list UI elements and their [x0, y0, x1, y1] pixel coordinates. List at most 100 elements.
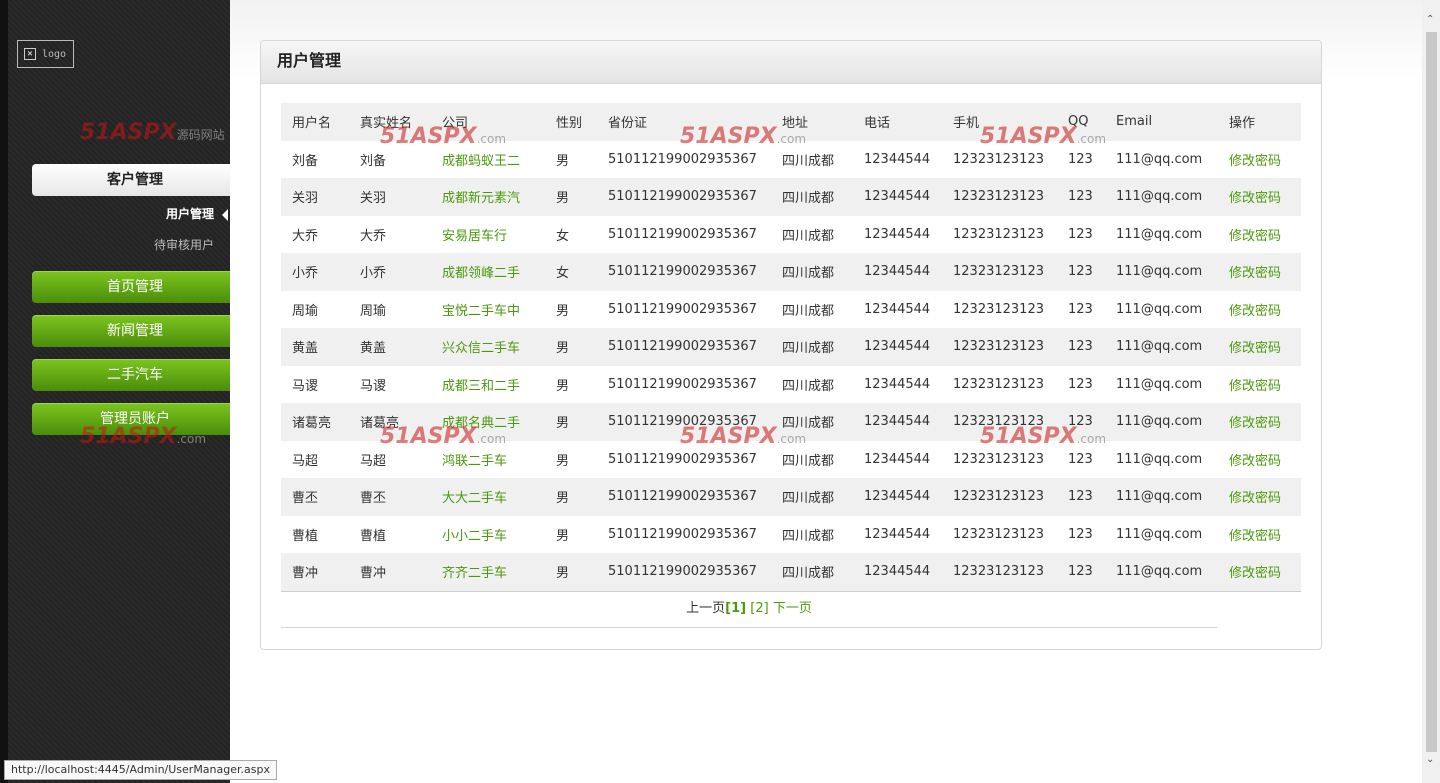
cell-company[interactable]: 兴众信二手车 — [431, 328, 545, 366]
page-2-link[interactable]: [2] — [750, 601, 768, 616]
cell-company[interactable]: 成都新元素汽 — [431, 178, 545, 216]
cell-mobile: 12323123123 — [953, 489, 1044, 505]
cell-idcard: 510112199002935367 — [608, 564, 757, 580]
cell-username: 周瑜 — [292, 303, 319, 319]
scroll-down-icon[interactable]: ⌄ — [1426, 754, 1434, 765]
change-password-link[interactable]: 修改密码 — [1229, 491, 1281, 506]
cell-company[interactable]: 宝悦二手车中 — [431, 291, 545, 329]
cell-action: 修改密码 — [1218, 291, 1301, 329]
change-password-link[interactable]: 修改密码 — [1229, 154, 1281, 169]
cell-idcard: 510112199002935367 — [608, 451, 757, 467]
cell-address: 四川成都 — [782, 191, 835, 207]
cell-address: 四川成都 — [782, 528, 835, 544]
cell-gender: 男 — [556, 528, 570, 544]
nav-home-manage[interactable]: 首页管理 — [32, 271, 238, 303]
sidebar: ✕ logo 51ASPX源码网站 客户管理 用户管理 待审核用户 首页管理 新… — [0, 0, 238, 783]
cell-company[interactable]: 成都名典二手 — [431, 403, 545, 441]
cell-email: 111@qq.com — [1116, 226, 1203, 242]
change-password-link[interactable]: 修改密码 — [1229, 229, 1281, 244]
vertical-scrollbar[interactable]: ⌃ ⌄ — [1422, 0, 1440, 783]
cell-company[interactable]: 成都蚂蚁王二 — [431, 141, 545, 179]
cell-phone: 12344544 — [864, 189, 931, 205]
scroll-thumb[interactable] — [1426, 32, 1437, 752]
cell-idcard: 510112199002935367 — [608, 301, 757, 317]
table-row: 曹冲 曹冲 齐齐二手车男 510112199002935367 四川成都 12344544… — [281, 553, 1301, 591]
browser-status-url: http://localhost:4445/Admin/UserManager.… — [4, 760, 277, 780]
cell-action: 修改密码 — [1218, 403, 1301, 441]
logo[interactable]: ✕ logo — [17, 40, 74, 68]
cell-company[interactable]: 成都三和二手 — [431, 366, 545, 404]
cell-qq: 123 — [1068, 564, 1093, 580]
change-password-link[interactable]: 修改密码 — [1229, 529, 1281, 544]
change-password-link[interactable]: 修改密码 — [1229, 416, 1281, 431]
cell-company[interactable]: 齐齐二手车 — [431, 553, 545, 591]
cell-gender: 男 — [556, 453, 570, 469]
cell-realname: 曹丕 — [360, 491, 387, 507]
logo-text: logo — [42, 48, 67, 60]
user-manage-panel: 用户管理 用户名 真实姓名 公司 性别 省份证 地址 电话 手机 QQ Emai… — [260, 40, 1322, 650]
cell-company[interactable]: 鸿联二手车 — [431, 441, 545, 479]
cell-realname: 马谡 — [360, 378, 387, 394]
change-password-link[interactable]: 修改密码 — [1229, 379, 1281, 394]
cell-gender: 男 — [556, 341, 570, 357]
table-row: 大乔 大乔 安易居车行女 510112199002935367 四川成都 12344544… — [281, 216, 1301, 254]
cell-company[interactable]: 安易居车行 — [431, 216, 545, 254]
cell-username: 曹植 — [292, 528, 319, 544]
cell-gender: 男 — [556, 303, 570, 319]
change-password-link[interactable]: 修改密码 — [1229, 266, 1281, 281]
cell-gender: 男 — [556, 416, 570, 432]
sidebar-item-label: 用户管理 — [165, 207, 214, 221]
col-phone: 电话 — [864, 116, 891, 132]
cell-idcard: 510112199002935367 — [608, 526, 757, 542]
change-password-link[interactable]: 修改密码 — [1229, 566, 1281, 581]
cell-action: 修改密码 — [1218, 141, 1301, 179]
cell-action: 修改密码 — [1218, 478, 1301, 516]
nav-used-cars[interactable]: 二手汽车 — [32, 359, 238, 391]
col-company: 公司 — [442, 116, 469, 132]
cell-realname: 曹冲 — [360, 566, 387, 582]
cell-company[interactable]: 成都领峰二手 — [431, 253, 545, 291]
nav-section-customer[interactable]: 客户管理 — [32, 164, 238, 196]
cell-mobile: 12323123123 — [953, 414, 1044, 430]
cell-phone: 12344544 — [864, 301, 931, 317]
nav-news-manage[interactable]: 新闻管理 — [32, 315, 238, 347]
cell-address: 四川成都 — [782, 491, 835, 507]
col-idcard: 省份证 — [608, 116, 648, 132]
cell-username: 小乔 — [292, 266, 319, 282]
sidebar-item-pending-users[interactable]: 待审核用户 — [154, 236, 214, 253]
change-password-link[interactable]: 修改密码 — [1229, 191, 1281, 206]
prev-page-link[interactable]: 上一页 — [686, 601, 725, 616]
cell-mobile: 12323123123 — [953, 451, 1044, 467]
scroll-up-icon[interactable]: ⌃ — [1426, 14, 1434, 25]
cell-email: 111@qq.com — [1116, 151, 1203, 167]
page-1-link[interactable]: [1] — [725, 601, 746, 616]
cell-username: 大乔 — [292, 228, 319, 244]
cell-username: 关羽 — [292, 191, 319, 207]
cell-mobile: 12323123123 — [953, 526, 1044, 542]
cell-action: 修改密码 — [1218, 553, 1301, 591]
cell-qq: 123 — [1068, 264, 1093, 280]
cell-action: 修改密码 — [1218, 253, 1301, 291]
cell-action: 修改密码 — [1218, 441, 1301, 479]
cell-address: 四川成都 — [782, 416, 835, 432]
cell-username: 曹冲 — [292, 566, 319, 582]
change-password-link[interactable]: 修改密码 — [1229, 341, 1281, 356]
cell-realname: 黄盖 — [360, 341, 387, 357]
table-row: 马超 马超 鸿联二手车男 510112199002935367 四川成都 12344544… — [281, 441, 1301, 479]
cell-company[interactable]: 大大二手车 — [431, 478, 545, 516]
table-row: 黄盖 黄盖 兴众信二手车男 510112199002935367 四川成都 1234454… — [281, 328, 1301, 366]
cell-realname: 小乔 — [360, 266, 387, 282]
cell-qq: 123 — [1068, 151, 1093, 167]
change-password-link[interactable]: 修改密码 — [1229, 304, 1281, 319]
col-gender: 性别 — [556, 116, 583, 132]
cell-mobile: 12323123123 — [953, 189, 1044, 205]
table-row: 关羽 关羽 成都新元素汽男 510112199002935367 四川成都 1234454… — [281, 178, 1301, 216]
cell-company[interactable]: 小小二手车 — [431, 516, 545, 554]
nav-admin-accounts[interactable]: 管理员账户 — [32, 403, 238, 435]
next-page-link[interactable]: 下一页 — [773, 601, 812, 616]
cell-idcard: 510112199002935367 — [608, 189, 757, 205]
cell-idcard: 510112199002935367 — [608, 376, 757, 392]
sidebar-item-user-manage[interactable]: 用户管理 — [165, 205, 228, 222]
cell-username: 黄盖 — [292, 341, 319, 357]
change-password-link[interactable]: 修改密码 — [1229, 454, 1281, 469]
